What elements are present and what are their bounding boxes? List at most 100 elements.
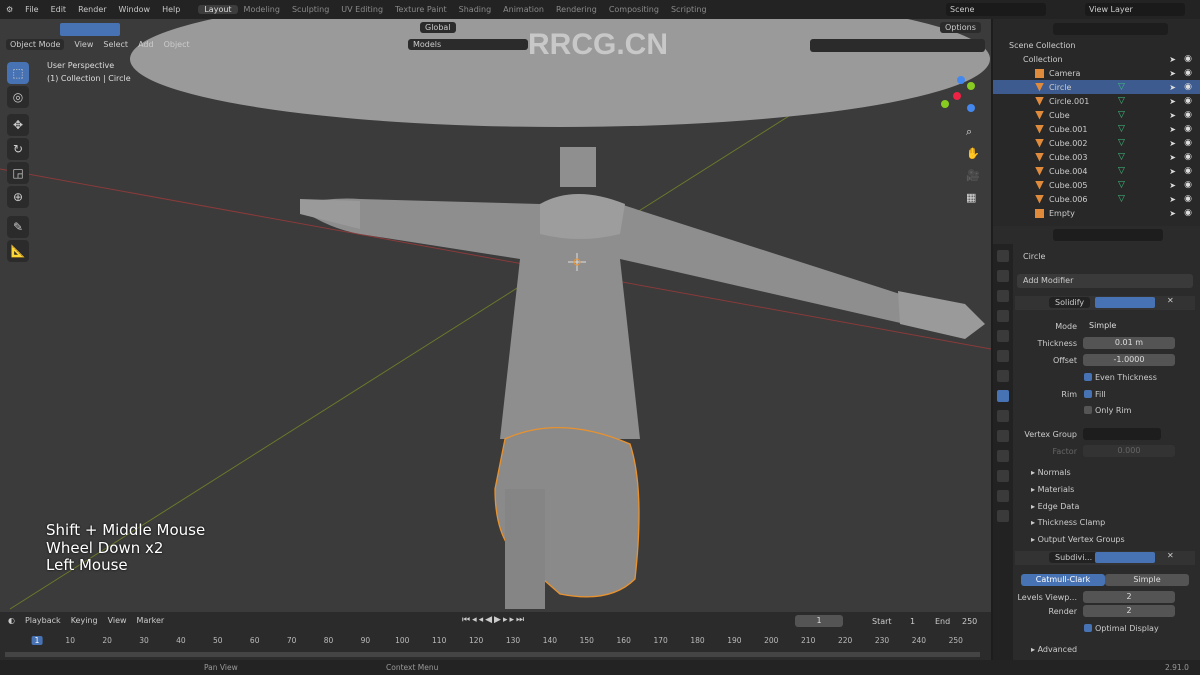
output-tab-icon[interactable] bbox=[997, 290, 1009, 302]
outliner-search-input[interactable] bbox=[1053, 23, 1168, 35]
annotate-tool[interactable]: ✎ bbox=[7, 216, 29, 238]
end-field[interactable]: 250 bbox=[962, 617, 977, 626]
tab-modeling[interactable]: Modeling bbox=[238, 5, 286, 14]
modifier-tab-icon[interactable] bbox=[997, 390, 1009, 402]
view-layer-tab-icon[interactable] bbox=[997, 310, 1009, 322]
close-icon[interactable]: ✕ bbox=[1167, 551, 1174, 560]
scene-collection-row[interactable]: Scene Collection bbox=[993, 38, 1200, 52]
section-edge-data[interactable]: ▸ Edge Data bbox=[1031, 502, 1079, 511]
simple-button[interactable]: Simple bbox=[1105, 574, 1189, 586]
view-layer-selector[interactable]: View Layer bbox=[1085, 3, 1185, 16]
menu-render[interactable]: Render bbox=[72, 5, 112, 14]
playback-controls[interactable]: ⏮◂◂◀▶▸▸⏭ bbox=[462, 615, 526, 625]
scale-tool[interactable]: ◲ bbox=[7, 162, 29, 184]
options-dropdown[interactable]: Options bbox=[940, 22, 981, 33]
outliner-item[interactable]: Camera ➤ ◉ bbox=[993, 66, 1200, 80]
selectable-icon[interactable]: ➤ bbox=[1169, 111, 1176, 120]
catmull-clark-button[interactable]: Catmull-Clark bbox=[1021, 574, 1105, 586]
properties-search-input[interactable] bbox=[1053, 229, 1163, 241]
menu-help[interactable]: Help bbox=[156, 5, 186, 14]
shading-buttons[interactable] bbox=[810, 39, 985, 52]
outliner-item[interactable]: Empty ➤ ◉ bbox=[993, 206, 1200, 220]
editor-type-icon[interactable]: ◐ bbox=[8, 616, 15, 625]
current-frame-field[interactable]: 1 bbox=[795, 615, 843, 627]
section-normals[interactable]: ▸ Normals bbox=[1031, 468, 1071, 477]
modifier-visibility-toggles[interactable] bbox=[1095, 552, 1155, 563]
world-tab-icon[interactable] bbox=[997, 350, 1009, 362]
menu-marker[interactable]: Marker bbox=[137, 616, 165, 625]
solidify-name-field[interactable]: Solidify bbox=[1049, 297, 1091, 308]
selectable-icon[interactable]: ➤ bbox=[1169, 195, 1176, 204]
object-tab-icon[interactable] bbox=[997, 370, 1009, 382]
vertex-group-field[interactable] bbox=[1083, 428, 1161, 440]
fill-checkbox[interactable]: Fill bbox=[1084, 390, 1106, 399]
outliner-item[interactable]: Cube.006 ▽ ➤ ◉ bbox=[993, 192, 1200, 206]
menu-object[interactable]: Object bbox=[164, 40, 190, 49]
move-tool[interactable]: ✥ bbox=[7, 114, 29, 136]
eye-icon[interactable]: ◉ bbox=[1184, 138, 1192, 148]
timeline-scrollbar[interactable] bbox=[5, 652, 980, 657]
outliner-item[interactable]: Cube.002 ▽ ➤ ◉ bbox=[993, 136, 1200, 150]
material-tab-icon[interactable] bbox=[997, 490, 1009, 502]
menu-window[interactable]: Window bbox=[113, 5, 157, 14]
eye-icon[interactable]: ◉ bbox=[1184, 208, 1192, 218]
physics-tab-icon[interactable] bbox=[997, 430, 1009, 442]
eye-icon[interactable]: ◉ bbox=[1184, 152, 1192, 162]
transform-tool[interactable]: ⊕ bbox=[7, 186, 29, 208]
menu-playback[interactable]: Playback bbox=[25, 616, 61, 625]
mesh-data-icon[interactable]: ▽ bbox=[1118, 138, 1125, 148]
eye-icon[interactable]: ◉ bbox=[1184, 68, 1192, 78]
section-thickness-clamp[interactable]: ▸ Thickness Clamp bbox=[1031, 518, 1105, 527]
mesh-data-icon[interactable]: ▽ bbox=[1118, 180, 1125, 190]
menu-select[interactable]: Select bbox=[103, 40, 128, 49]
tab-shading[interactable]: Shading bbox=[453, 5, 498, 14]
add-modifier-dropdown[interactable]: Add Modifier bbox=[1017, 274, 1193, 288]
optimal-display-checkbox[interactable]: Optimal Display bbox=[1084, 624, 1159, 633]
outliner-item[interactable]: Cube ▽ ➤ ◉ bbox=[993, 108, 1200, 122]
collection-row[interactable]: Collection ➤ ◉ bbox=[993, 52, 1200, 66]
selectable-icon[interactable]: ➤ bbox=[1169, 69, 1176, 78]
tool-tab-icon[interactable] bbox=[997, 250, 1009, 262]
object-mode-dropdown[interactable]: Object Mode bbox=[6, 39, 65, 50]
menu-view[interactable]: View bbox=[108, 616, 127, 625]
orientation-dropdown[interactable]: Global bbox=[420, 22, 456, 33]
outliner-item[interactable]: Circle.001 ▽ ➤ ◉ bbox=[993, 94, 1200, 108]
mesh-data-icon[interactable]: ▽ bbox=[1118, 194, 1125, 204]
3d-viewport[interactable]: RRCG.CN Object Mode View Select Add Obje… bbox=[0, 19, 991, 612]
close-icon[interactable]: ✕ bbox=[1167, 296, 1174, 305]
render-levels-field[interactable]: 2 bbox=[1083, 605, 1175, 617]
select-box-tool[interactable]: ⬚ bbox=[7, 62, 29, 84]
selectable-icon[interactable]: ➤ bbox=[1169, 167, 1176, 176]
menu-edit[interactable]: Edit bbox=[45, 5, 73, 14]
render-tab-icon[interactable] bbox=[997, 270, 1009, 282]
rotate-tool[interactable]: ↻ bbox=[7, 138, 29, 160]
tab-sculpting[interactable]: Sculpting bbox=[286, 5, 335, 14]
mesh-data-icon[interactable]: ▽ bbox=[1118, 110, 1125, 120]
tab-layout[interactable]: Layout bbox=[198, 5, 238, 14]
tab-compositing[interactable]: Compositing bbox=[603, 5, 665, 14]
blender-logo-icon[interactable]: ⚙ bbox=[0, 5, 19, 14]
playhead[interactable]: 1 bbox=[31, 636, 43, 645]
selectable-icon[interactable]: ➤ bbox=[1169, 83, 1176, 92]
mesh-data-icon[interactable]: ▽ bbox=[1118, 152, 1125, 162]
section-output-vertex-groups[interactable]: ▸ Output Vertex Groups bbox=[1031, 535, 1125, 544]
levels-viewport-field[interactable]: 2 bbox=[1083, 591, 1175, 603]
eye-icon[interactable]: ◉ bbox=[1184, 124, 1192, 134]
section-materials[interactable]: ▸ Materials bbox=[1031, 485, 1074, 494]
selectable-icon[interactable]: ➤ bbox=[1169, 209, 1176, 218]
collection-filter[interactable]: Models bbox=[408, 39, 528, 50]
mesh-data-icon[interactable]: ▽ bbox=[1118, 96, 1125, 106]
navigation-gizmo[interactable] bbox=[935, 74, 980, 119]
selectable-icon[interactable]: ➤ bbox=[1169, 125, 1176, 134]
mesh-data-icon[interactable]: ▽ bbox=[1118, 166, 1125, 176]
particles-tab-icon[interactable] bbox=[997, 410, 1009, 422]
eye-icon[interactable]: ◉ bbox=[1184, 110, 1192, 120]
properties-tabs[interactable] bbox=[993, 244, 1013, 662]
mode-dropdown[interactable]: Simple bbox=[1083, 320, 1175, 332]
tab-uv-editing[interactable]: UV Editing bbox=[335, 5, 389, 14]
scene-selector[interactable]: Scene bbox=[946, 3, 1046, 16]
even-thickness-checkbox[interactable]: Even Thickness bbox=[1084, 373, 1157, 382]
data-tab-icon[interactable] bbox=[997, 470, 1009, 482]
constraints-tab-icon[interactable] bbox=[997, 450, 1009, 462]
measure-tool[interactable]: 📐 bbox=[7, 240, 29, 262]
